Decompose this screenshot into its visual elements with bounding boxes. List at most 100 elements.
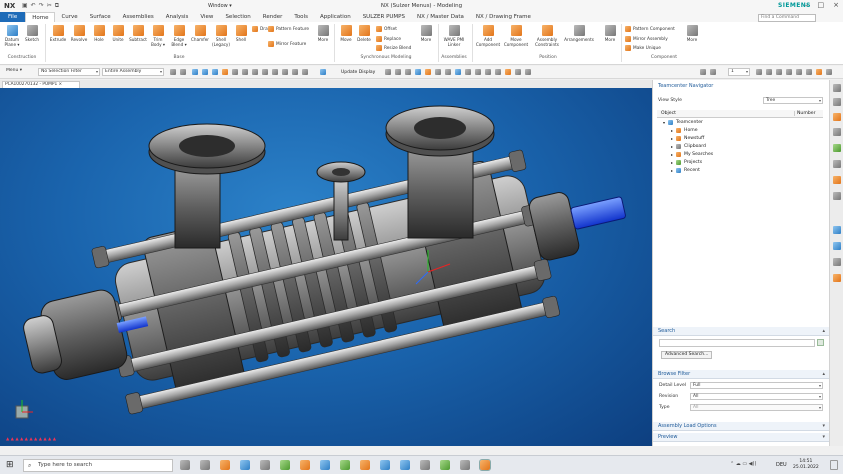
arrangements-button[interactable]: Arrangements — [564, 22, 594, 43]
toolbar-options-icon[interactable] — [826, 69, 832, 75]
find-command-input[interactable]: Find a Command — [758, 14, 816, 22]
notification-icon[interactable] — [830, 460, 838, 470]
tab-analysis[interactable]: Analysis — [160, 12, 195, 22]
file-explorer-icon[interactable] — [220, 460, 230, 470]
view-triad[interactable] — [15, 400, 33, 419]
move-component-button[interactable]: Move Component — [504, 22, 528, 47]
tab-render[interactable]: Render — [257, 12, 289, 22]
sketch-button[interactable]: Sketch — [22, 22, 42, 43]
col-object[interactable]: Object — [661, 111, 676, 116]
constraint-navigator-icon[interactable] — [833, 128, 841, 136]
zoom-icon[interactable] — [395, 69, 401, 75]
snap-face-icon[interactable] — [262, 69, 268, 75]
datum-plane-button[interactable]: Datum Plane ▾ — [2, 22, 22, 47]
snap-curve-icon[interactable] — [272, 69, 278, 75]
redo-icon[interactable]: ↷ — [39, 2, 44, 10]
snap-control-icon[interactable] — [222, 69, 228, 75]
edge-icon[interactable] — [400, 460, 410, 470]
system-clock[interactable]: 14:51 25.01.2022 — [793, 459, 819, 471]
work-layer-icon[interactable] — [455, 69, 461, 75]
hole-button[interactable]: Hole — [89, 22, 109, 43]
layer-visibility-icon[interactable] — [776, 69, 782, 75]
wave-pmi-linker-button[interactable]: WAVE PMI Linker — [442, 22, 466, 47]
mirror-feature-button[interactable]: Mirror Feature — [268, 41, 306, 47]
app-icon[interactable] — [440, 460, 450, 470]
teamcenter-navigator-icon[interactable] — [833, 144, 841, 152]
save-icon[interactable]: ▣ — [22, 2, 28, 10]
taskbar-search-input[interactable]: ⌕ Type here to search — [23, 459, 173, 472]
edge-blend-button[interactable]: Edge Blend ▾ — [169, 22, 189, 47]
offset-button[interactable]: Offset — [376, 26, 397, 32]
add-component-button[interactable]: Add Component — [476, 22, 500, 47]
snap-end-icon[interactable] — [202, 69, 208, 75]
selection-filter-dropdown[interactable]: No Selection Filter ▾ — [38, 68, 100, 76]
copy-icon[interactable]: ⧉ — [55, 2, 59, 10]
resize-blend-button[interactable]: Resize Blend — [376, 45, 411, 51]
snap-center-icon[interactable] — [242, 69, 248, 75]
col-number[interactable]: Number — [794, 111, 815, 116]
revolve-button[interactable]: Revolve — [69, 22, 89, 43]
unite-button[interactable]: Unite — [108, 22, 128, 43]
section-view-icon[interactable] — [445, 69, 451, 75]
minimize-icon[interactable]: – — [805, 1, 809, 9]
analysis-icon[interactable] — [505, 69, 511, 75]
tab-tools[interactable]: Tools — [288, 12, 314, 22]
move-to-layer-icon[interactable] — [756, 69, 762, 75]
make-unique-button[interactable]: Make Unique — [625, 45, 661, 51]
update-display-label[interactable]: Update Display — [341, 70, 375, 75]
search-go-icon[interactable] — [817, 339, 824, 346]
subtract-button[interactable]: Subtract — [128, 22, 148, 43]
search-section-header[interactable]: Search ▴ — [653, 327, 830, 336]
hd3d-tools-icon[interactable] — [833, 176, 841, 184]
chrome-icon[interactable] — [300, 460, 310, 470]
tree-item-newstuff[interactable]: ▸ Newstuff — [671, 136, 704, 141]
app-icon[interactable] — [260, 460, 270, 470]
tree-item-my-searches[interactable]: ▸ My Searches — [671, 152, 713, 157]
mirror-assembly-button[interactable]: Mirror Assembly — [625, 36, 668, 42]
view-style-dropdown[interactable]: Tree ▾ — [763, 97, 823, 104]
maximize-icon[interactable]: □ — [818, 1, 825, 9]
settings-icon[interactable] — [833, 84, 841, 92]
tree-item-recent[interactable]: ▸ Recent — [671, 168, 700, 173]
web-browser-icon[interactable] — [833, 192, 841, 200]
word-icon[interactable] — [320, 460, 330, 470]
more-button[interactable]: More — [313, 22, 333, 43]
snap-bounded-icon[interactable] — [292, 69, 298, 75]
input-language[interactable]: DEU — [776, 462, 787, 468]
deselect-icon[interactable] — [180, 69, 186, 75]
teams-icon[interactable] — [380, 460, 390, 470]
app-icon[interactable] — [280, 460, 290, 470]
trim-body-button[interactable]: Trim Body ▾ — [148, 22, 168, 47]
background-icon[interactable] — [435, 69, 441, 75]
assembly-constraints-button[interactable]: Assembly Constraints — [533, 22, 561, 47]
wcs-icon[interactable] — [515, 69, 521, 75]
snap-intersect-icon[interactable] — [232, 69, 238, 75]
tab-home[interactable]: Home — [25, 12, 56, 22]
layer-icon[interactable] — [700, 69, 706, 75]
work-layer-dropdown[interactable]: 1 ▾ — [728, 68, 750, 76]
search-input[interactable] — [659, 339, 815, 347]
snap-mid-icon[interactable] — [212, 69, 218, 75]
transparency-icon[interactable] — [710, 69, 716, 75]
system-materials-icon[interactable] — [833, 242, 841, 250]
assembly-navigator-icon[interactable] — [833, 113, 841, 121]
tree-item-teamcenter[interactable]: ▾ Teamcenter — [663, 120, 703, 125]
grid-icon[interactable] — [806, 69, 812, 75]
snap-existing-icon[interactable] — [282, 69, 288, 75]
graphics-viewport[interactable] — [0, 88, 652, 446]
replace-button[interactable]: Replace — [376, 36, 401, 42]
position-more-button[interactable]: More — [600, 22, 620, 43]
close-icon[interactable]: × — [833, 1, 839, 9]
select-all-icon[interactable] — [170, 69, 176, 75]
powerpoint-icon[interactable] — [360, 460, 370, 470]
render-style-icon[interactable] — [425, 69, 431, 75]
roles-icon[interactable] — [833, 274, 841, 282]
rotate-icon[interactable] — [405, 69, 411, 75]
app-icon[interactable] — [200, 460, 210, 470]
selection-scope-dropdown[interactable]: Entire Assembly ▾ — [102, 68, 164, 76]
component-more-button[interactable]: More — [682, 22, 702, 43]
fit-icon[interactable] — [385, 69, 391, 75]
detail-level-dropdown[interactable]: Full ▾ — [690, 382, 823, 389]
snap-grid-icon[interactable] — [302, 69, 308, 75]
copy-to-layer-icon[interactable] — [766, 69, 772, 75]
